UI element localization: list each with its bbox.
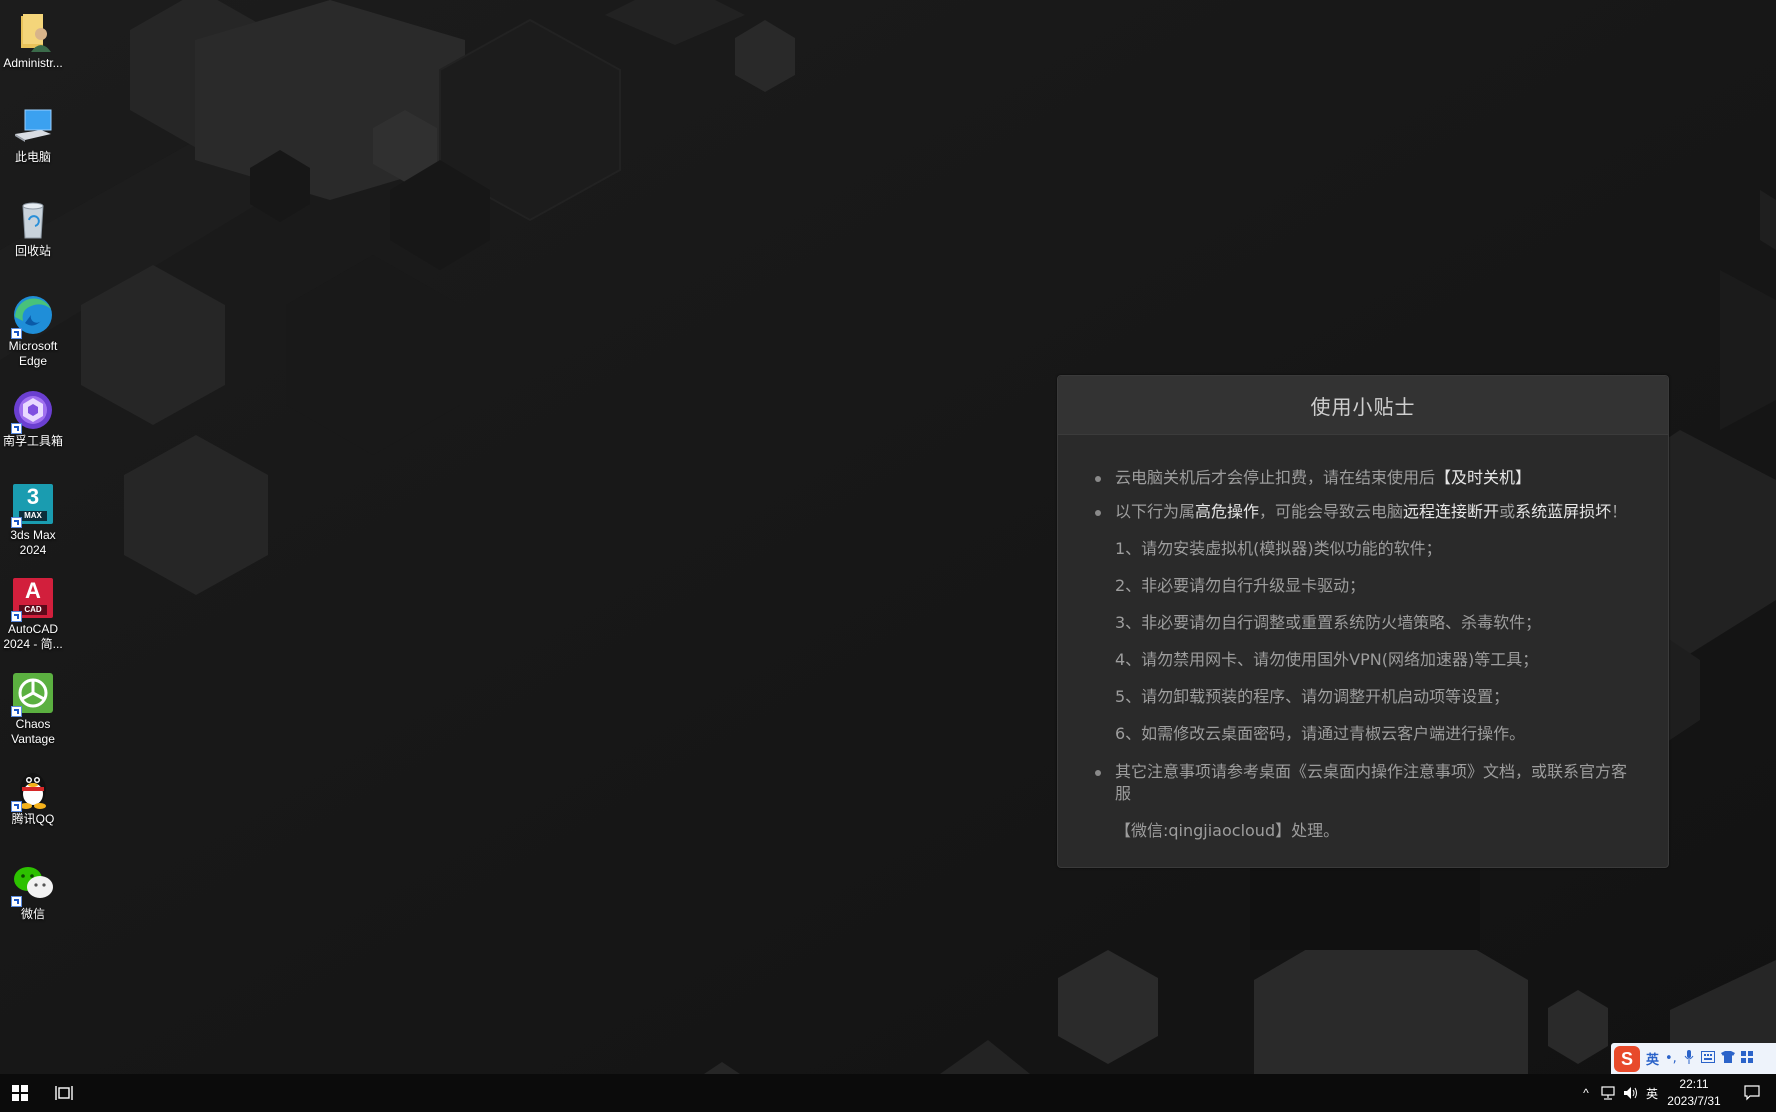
desktop-icon-microsoft-edge[interactable]: Microsoft Edge [0, 287, 66, 369]
volume-icon[interactable] [1621, 1074, 1641, 1112]
tip-highlight: 系统蓝屏损坏 [1515, 502, 1612, 521]
tip-highlight: 【微信:qingjiaocloud】 [1115, 821, 1292, 840]
wechat-icon [11, 861, 55, 907]
task-view-button[interactable] [44, 1074, 84, 1112]
computer-icon [11, 104, 55, 148]
desktop-icon-label: 腾讯QQ [11, 812, 55, 826]
3dsmax-sub: MAX [19, 511, 47, 521]
shortcut-arrow-icon [11, 611, 22, 622]
tip-shutdown: 云电脑关机后才会停止扣费，请在结束使用后【及时关机】 [1095, 467, 1636, 489]
ime-toolbar[interactable]: S 英 •, [1611, 1043, 1776, 1074]
tip-text: ！ [1611, 502, 1628, 521]
mic-icon[interactable] [1683, 1049, 1695, 1068]
action-center-button[interactable] [1738, 1074, 1766, 1112]
input-language-indicator[interactable]: 英 [1643, 1074, 1661, 1112]
desktop-icon-administrator[interactable]: Administr... [0, 4, 66, 71]
desktop-icon-wechat[interactable]: 微信 [0, 855, 66, 922]
tip-rule-item: 6、如需修改云桌面密码，请通过青椒云客户端进行操作。 [1115, 724, 1526, 743]
desktop-icon-label: Administr... [3, 56, 63, 70]
tip-text: 或 [1499, 502, 1516, 521]
autocad-icon: A CAD [11, 576, 55, 622]
desktop-icon-toolbox[interactable]: 南孚工具箱 [0, 382, 66, 449]
tips-title: 使用小贴士 [1058, 376, 1668, 435]
desktop-icon-label: Chaos Vantage [11, 717, 55, 746]
shortcut-arrow-icon [11, 896, 22, 907]
desktop-icon-label: 此电脑 [14, 150, 51, 164]
toolbox-icon [11, 388, 55, 434]
autocad-glyph: A [25, 578, 41, 603]
desktop-icon-label: 微信 [20, 907, 45, 921]
tip-rule-item: 2、非必要请勿自行升级显卡驱动； [1115, 576, 1366, 595]
tips-body: 云电脑关机后才会停止扣费，请在结束使用后【及时关机】 以下行为属高危操作，可能会… [1058, 435, 1668, 842]
clock[interactable]: 22:11 2023/7/31 [1660, 1076, 1728, 1110]
desktop-icon-label: AutoCAD 2024 - 简... [3, 622, 63, 651]
tip-text: 其它注意事项请参考桌面《云桌面内操作注意事项》文档，或联系官方客服 [1115, 762, 1628, 803]
skin-icon[interactable] [1720, 1050, 1735, 1067]
tip-highlight: 远程连接断开 [1403, 502, 1500, 521]
recycle-bin-icon [11, 198, 55, 242]
task-view-icon [55, 1086, 73, 1100]
tip-text: 云电脑关机后才会停止扣费，请在结束使用后 [1115, 468, 1436, 487]
tip-rule-item: 4、请勿禁用网卡、请勿使用国外VPN(网络加速器)等工具； [1115, 650, 1539, 669]
shortcut-arrow-icon [11, 706, 22, 717]
clock-time: 22:11 [1679, 1077, 1709, 1091]
desktop-icon-autocad[interactable]: A CAD AutoCAD 2024 - 简... [0, 570, 66, 652]
start-button[interactable] [0, 1074, 40, 1112]
keyboard-icon[interactable] [1700, 1050, 1715, 1067]
ime-punct-toggle[interactable]: •, [1665, 1051, 1677, 1066]
tip-highlight: 高危操作 [1195, 502, 1260, 521]
shortcut-arrow-icon [11, 801, 22, 812]
desktop-icon-3ds-max[interactable]: 3 MAX 3ds Max 2024 [0, 476, 66, 558]
windows-icon [12, 1085, 28, 1101]
user-folder-icon [11, 10, 55, 54]
desktop-icon-chaos-vantage[interactable]: Chaos Vantage [0, 665, 66, 747]
clock-date: 2023/7/31 [1667, 1094, 1721, 1108]
tip-text: 处理。 [1291, 821, 1340, 840]
notification-icon [1744, 1085, 1760, 1101]
3dsmax-icon: 3 MAX [11, 482, 55, 528]
tip-other: 其它注意事项请参考桌面《云桌面内操作注意事项》文档，或联系官方客服 [1095, 761, 1636, 805]
desktop-icon-this-pc[interactable]: 此电脑 [0, 98, 66, 165]
desktop-icon-recycle-bin[interactable]: 回收站 [0, 192, 66, 259]
qq-icon [11, 766, 55, 812]
tip-rule-item: 5、请勿卸载预装的程序、请勿调整开机启动项等设置； [1115, 687, 1510, 706]
tip-rule-item: 3、非必要请勿自行调整或重置系统防火墙策略、杀毒软件； [1115, 613, 1542, 632]
tip-text: 以下行为属 [1115, 502, 1196, 521]
tip-text: ，可能会导致云电脑 [1259, 502, 1404, 521]
sogou-logo-icon[interactable]: S [1614, 1045, 1640, 1072]
desktop-icon-label: 南孚工具箱 [2, 434, 63, 448]
tip-other-contact: 【微信:qingjiaocloud】处理。 [1095, 820, 1636, 842]
3dsmax-glyph: 3 [26, 484, 40, 509]
taskbar: ^ 英 22:11 2023/7/31 [0, 1074, 1776, 1112]
edge-icon [11, 293, 55, 339]
desktop-icon-label: 3ds Max 2024 [10, 528, 56, 557]
tip-high-risk: 以下行为属高危操作，可能会导致云电脑远程连接断开或系统蓝屏损坏！ [1095, 501, 1636, 523]
shortcut-arrow-icon [11, 423, 22, 434]
desktop-icon-label: 回收站 [14, 244, 51, 258]
tray-overflow-button[interactable]: ^ [1577, 1074, 1595, 1112]
grid-icon[interactable] [1740, 1050, 1753, 1067]
tip-rule-item: 1、请勿安装虚拟机(模拟器)类似功能的软件； [1115, 539, 1442, 558]
network-icon[interactable] [1599, 1074, 1619, 1112]
shortcut-arrow-icon [11, 328, 22, 339]
shortcut-arrow-icon [11, 517, 22, 528]
chaos-vantage-icon [11, 671, 55, 717]
tips-panel: 使用小贴士 云电脑关机后才会停止扣费，请在结束使用后【及时关机】 以下行为属高危… [1057, 375, 1669, 868]
tip-highlight: 【及时关机】 [1435, 468, 1532, 487]
desktop-icon-qq[interactable]: 腾讯QQ [0, 760, 66, 827]
autocad-sub: CAD [19, 605, 47, 615]
ime-lang-toggle[interactable]: 英 [1646, 1049, 1659, 1068]
desktop-icon-label: Microsoft Edge [8, 339, 58, 368]
